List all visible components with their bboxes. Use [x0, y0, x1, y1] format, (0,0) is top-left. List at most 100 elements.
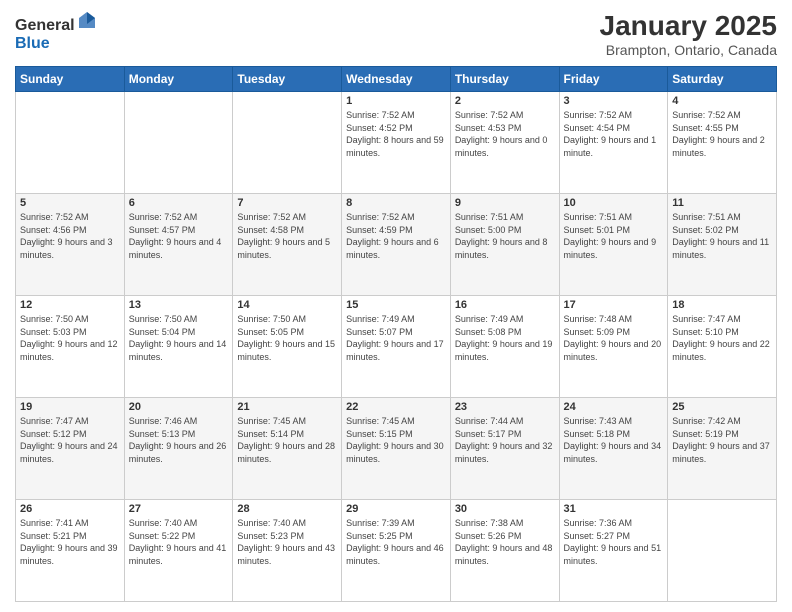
- day-info: Sunrise: 7:49 AMSunset: 5:07 PMDaylight:…: [346, 313, 446, 363]
- day-of-week-header: Thursday: [450, 67, 559, 92]
- day-number: 4: [672, 95, 772, 107]
- calendar-header-row: SundayMondayTuesdayWednesdayThursdayFrid…: [16, 67, 777, 92]
- calendar-day-cell: 31 Sunrise: 7:36 AMSunset: 5:27 PMDayligh…: [559, 500, 668, 602]
- day-info: Sunrise: 7:51 AMSunset: 5:00 PMDaylight:…: [455, 211, 555, 261]
- day-number: 29: [346, 503, 446, 515]
- day-info: Sunrise: 7:41 AMSunset: 5:21 PMDaylight:…: [20, 517, 120, 567]
- calendar-day-cell: 24Sunrise: 7:43 AMSunset: 5:18 PMDayligh…: [559, 398, 668, 500]
- day-info: Sunrise: 7:48 AMSunset: 5:09 PMDaylight:…: [564, 313, 664, 363]
- day-number: 25: [672, 401, 772, 413]
- calendar-day-cell: 7 Sunrise: 7:52 AMSunset: 4:58 PMDaylight…: [233, 194, 342, 296]
- day-number: 16: [455, 299, 555, 311]
- day-info: Sunrise: 7:52 AMSunset: 4:52 PMDaylight:…: [346, 109, 446, 159]
- calendar-day-cell: 19Sunrise: 7:47 AMSunset: 5:12 PMDayligh…: [16, 398, 125, 500]
- day-info: Sunrise: 7:51 AMSunset: 5:01 PMDaylight:…: [564, 211, 664, 261]
- month-year-title: January 2025: [600, 10, 777, 42]
- day-number: 20: [129, 401, 229, 413]
- calendar-day-cell: 21Sunrise: 7:45 AMSunset: 5:14 PMDayligh…: [233, 398, 342, 500]
- calendar-day-cell: 1 Sunrise: 7:52 AMSunset: 4:52 PMDaylight…: [342, 92, 451, 194]
- calendar-day-cell: 5 Sunrise: 7:52 AMSunset: 4:56 PMDaylight…: [16, 194, 125, 296]
- calendar-day-cell: 20 Sunrise: 7:46 AMSunset: 5:13 PMDayligh…: [124, 398, 233, 500]
- day-info: Sunrise: 7:51 AMSunset: 5:02 PMDaylight:…: [672, 211, 772, 261]
- day-number: 12: [20, 299, 120, 311]
- calendar-day-cell: [233, 92, 342, 194]
- calendar-day-cell: 27 Sunrise: 7:40 AMSunset: 5:22 PMDayligh…: [124, 500, 233, 602]
- calendar-day-cell: 26 Sunrise: 7:41 AMSunset: 5:21 PMDayligh…: [16, 500, 125, 602]
- calendar-day-cell: 2 Sunrise: 7:52 AMSunset: 4:53 PMDaylight…: [450, 92, 559, 194]
- day-of-week-header: Saturday: [668, 67, 777, 92]
- calendar-day-cell: [668, 500, 777, 602]
- day-number: 8: [346, 197, 446, 209]
- day-number: 31: [564, 503, 664, 515]
- day-info: Sunrise: 7:45 AMSunset: 5:15 PMDaylight:…: [346, 415, 446, 465]
- calendar-week-row: 12 Sunrise: 7:50 AMSunset: 5:03 PMDayligh…: [16, 296, 777, 398]
- day-number: 23: [455, 401, 555, 413]
- day-number: 5: [20, 197, 120, 209]
- calendar-day-cell: 4 Sunrise: 7:52 AMSunset: 4:55 PMDaylight…: [668, 92, 777, 194]
- day-of-week-header: Sunday: [16, 67, 125, 92]
- day-info: Sunrise: 7:44 AMSunset: 5:17 PMDaylight:…: [455, 415, 555, 465]
- logo-blue-text: Blue: [15, 35, 50, 52]
- day-number: 30: [455, 503, 555, 515]
- day-info: Sunrise: 7:52 AMSunset: 4:56 PMDaylight:…: [20, 211, 120, 261]
- logo: General Blue: [15, 10, 97, 53]
- calendar-day-cell: 23 Sunrise: 7:44 AMSunset: 5:17 PMDayligh…: [450, 398, 559, 500]
- calendar-day-cell: 18Sunrise: 7:47 AMSunset: 5:10 PMDayligh…: [668, 296, 777, 398]
- day-info: Sunrise: 7:52 AMSunset: 4:54 PMDaylight:…: [564, 109, 664, 159]
- calendar-week-row: 5 Sunrise: 7:52 AMSunset: 4:56 PMDaylight…: [16, 194, 777, 296]
- day-number: 26: [20, 503, 120, 515]
- calendar-day-cell: 10 Sunrise: 7:51 AMSunset: 5:01 PMDayligh…: [559, 194, 668, 296]
- location-subtitle: Brampton, Ontario, Canada: [600, 42, 777, 58]
- day-info: Sunrise: 7:52 AMSunset: 4:55 PMDaylight:…: [672, 109, 772, 159]
- calendar-day-cell: 14 Sunrise: 7:50 AMSunset: 5:05 PMDayligh…: [233, 296, 342, 398]
- logo-icon: [77, 10, 97, 30]
- day-number: 1: [346, 95, 446, 107]
- calendar-day-cell: 22 Sunrise: 7:45 AMSunset: 5:15 PMDayligh…: [342, 398, 451, 500]
- calendar-day-cell: 9 Sunrise: 7:51 AMSunset: 5:00 PMDaylight…: [450, 194, 559, 296]
- day-info: Sunrise: 7:42 AMSunset: 5:19 PMDaylight:…: [672, 415, 772, 465]
- day-number: 9: [455, 197, 555, 209]
- day-info: Sunrise: 7:39 AMSunset: 5:25 PMDaylight:…: [346, 517, 446, 567]
- day-info: Sunrise: 7:40 AMSunset: 5:23 PMDaylight:…: [237, 517, 337, 567]
- calendar-day-cell: [16, 92, 125, 194]
- day-number: 13: [129, 299, 229, 311]
- calendar-week-row: 26 Sunrise: 7:41 AMSunset: 5:21 PMDayligh…: [16, 500, 777, 602]
- day-number: 10: [564, 197, 664, 209]
- day-number: 2: [455, 95, 555, 107]
- page-container: General Blue January 2025 Brampton, Onta…: [0, 0, 792, 612]
- calendar-day-cell: 3Sunrise: 7:52 AMSunset: 4:54 PMDaylight…: [559, 92, 668, 194]
- day-number: 21: [237, 401, 337, 413]
- header: General Blue January 2025 Brampton, Onta…: [15, 10, 777, 58]
- day-number: 14: [237, 299, 337, 311]
- day-number: 22: [346, 401, 446, 413]
- day-of-week-header: Monday: [124, 67, 233, 92]
- calendar-week-row: 1 Sunrise: 7:52 AMSunset: 4:52 PMDaylight…: [16, 92, 777, 194]
- day-info: Sunrise: 7:38 AMSunset: 5:26 PMDaylight:…: [455, 517, 555, 567]
- day-number: 17: [564, 299, 664, 311]
- day-number: 18: [672, 299, 772, 311]
- day-of-week-header: Tuesday: [233, 67, 342, 92]
- day-info: Sunrise: 7:52 AMSunset: 4:58 PMDaylight:…: [237, 211, 337, 261]
- calendar-day-cell: [124, 92, 233, 194]
- calendar-day-cell: 17 Sunrise: 7:48 AMSunset: 5:09 PMDayligh…: [559, 296, 668, 398]
- calendar-day-cell: 30 Sunrise: 7:38 AMSunset: 5:26 PMDayligh…: [450, 500, 559, 602]
- day-number: 24: [564, 401, 664, 413]
- calendar-day-cell: 8Sunrise: 7:52 AMSunset: 4:59 PMDaylight…: [342, 194, 451, 296]
- calendar-day-cell: 28Sunrise: 7:40 AMSunset: 5:23 PMDayligh…: [233, 500, 342, 602]
- day-info: Sunrise: 7:50 AMSunset: 5:03 PMDaylight:…: [20, 313, 120, 363]
- day-info: Sunrise: 7:46 AMSunset: 5:13 PMDaylight:…: [129, 415, 229, 465]
- day-info: Sunrise: 7:47 AMSunset: 5:12 PMDaylight:…: [20, 415, 120, 465]
- logo-general-text: General: [15, 17, 75, 34]
- day-info: Sunrise: 7:52 AMSunset: 4:53 PMDaylight:…: [455, 109, 555, 159]
- day-info: Sunrise: 7:36 AMSunset: 5:27 PMDaylight:…: [564, 517, 664, 567]
- calendar-day-cell: 13Sunrise: 7:50 AMSunset: 5:04 PMDayligh…: [124, 296, 233, 398]
- calendar-day-cell: 15 Sunrise: 7:49 AMSunset: 5:07 PMDayligh…: [342, 296, 451, 398]
- calendar-day-cell: 29 Sunrise: 7:39 AMSunset: 5:25 PMDayligh…: [342, 500, 451, 602]
- day-number: 6: [129, 197, 229, 209]
- day-number: 7: [237, 197, 337, 209]
- day-info: Sunrise: 7:40 AMSunset: 5:22 PMDaylight:…: [129, 517, 229, 567]
- day-number: 15: [346, 299, 446, 311]
- day-number: 27: [129, 503, 229, 515]
- day-info: Sunrise: 7:50 AMSunset: 5:05 PMDaylight:…: [237, 313, 337, 363]
- calendar-day-cell: 6Sunrise: 7:52 AMSunset: 4:57 PMDaylight…: [124, 194, 233, 296]
